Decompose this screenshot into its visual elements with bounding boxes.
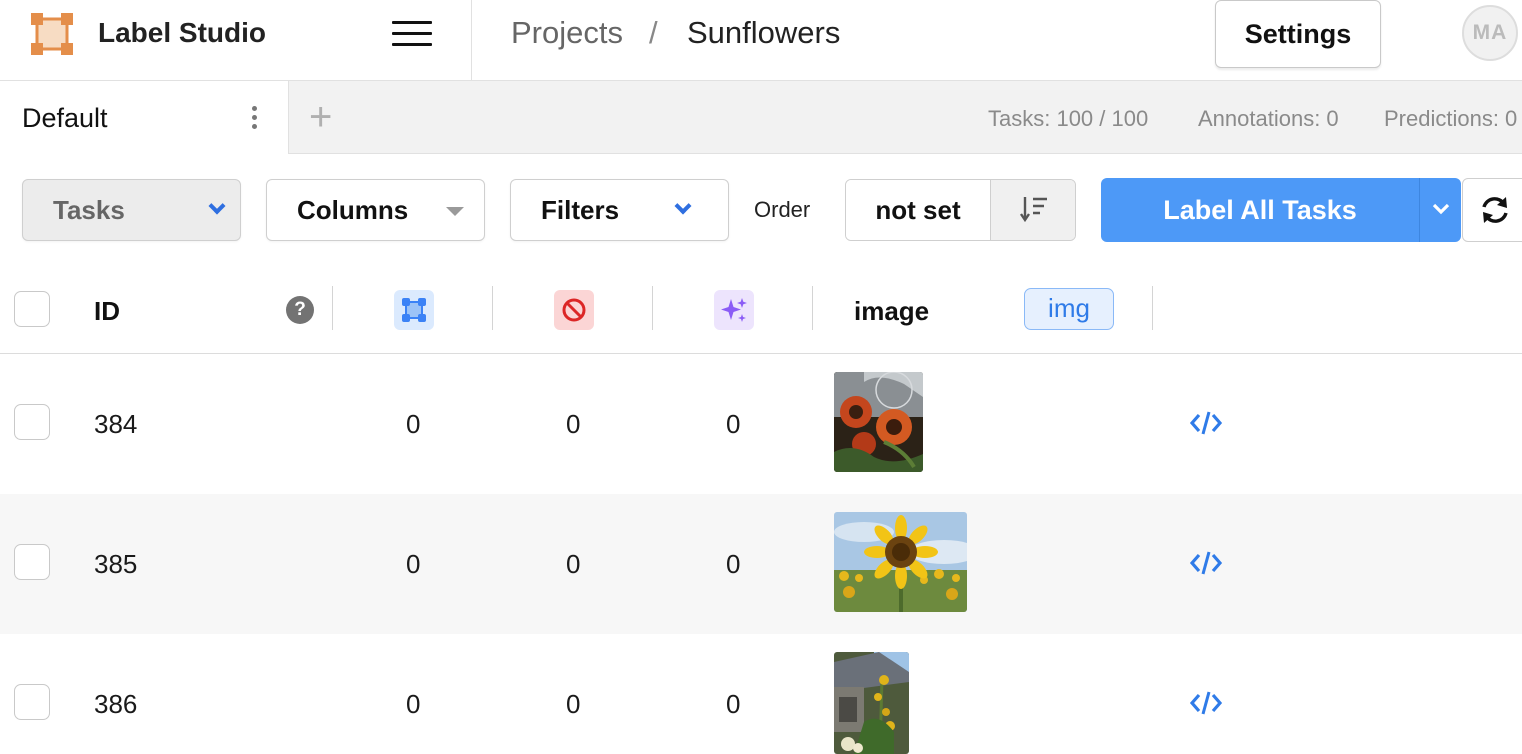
task-id: 385	[94, 549, 138, 579]
predictions-column-header[interactable]	[714, 290, 754, 330]
label-all-tasks-group: Label All Tasks	[1101, 178, 1461, 242]
sort-descending-icon	[1020, 196, 1047, 222]
cancelled-count-cell: 0	[566, 549, 581, 579]
code-view-icon[interactable]	[1190, 550, 1222, 576]
columns-dropdown-button[interactable]: Columns	[266, 179, 485, 241]
help-icon[interactable]: ?	[286, 296, 314, 324]
row-checkbox[interactable]	[14, 544, 50, 580]
table-row[interactable]: 384 0 0 0	[0, 354, 1522, 494]
columns-dropdown-label: Columns	[297, 194, 409, 225]
filters-dropdown-button[interactable]: Filters	[510, 179, 729, 241]
label-all-tasks-button[interactable]: Label All Tasks	[1101, 178, 1419, 242]
breadcrumb-separator: /	[649, 15, 658, 50]
top-header: Label Studio Projects / Sunflowers Setti…	[0, 0, 1522, 81]
annotations-count-cell: 0	[406, 409, 421, 439]
annotations-count: Annotations: 0	[1198, 106, 1339, 131]
tab-options-icon[interactable]	[250, 106, 258, 130]
column-divider[interactable]	[812, 286, 813, 330]
predictions-icon	[721, 298, 747, 322]
annotations-count-cell: 0	[406, 689, 421, 719]
select-all-checkbox[interactable]	[14, 291, 50, 327]
annotations-count-cell: 0	[406, 549, 421, 579]
predictions-count-cell: 0	[726, 689, 741, 719]
tasks-dropdown-label: Tasks	[53, 194, 125, 225]
sunflower-thumbnail-field[interactable]	[834, 512, 967, 612]
view-tabs-bar: Default + Tasks: 100 / 100 Annotations: …	[0, 81, 1522, 154]
sort-direction-button[interactable]	[990, 180, 1075, 240]
tab-default-label: Default	[22, 103, 108, 133]
column-divider[interactable]	[332, 286, 333, 330]
column-header-image[interactable]: image	[854, 296, 929, 327]
code-view-icon[interactable]	[1190, 690, 1222, 716]
table-row[interactable]: 386 0 0 0	[0, 634, 1522, 754]
add-tab-plus-icon[interactable]: +	[309, 97, 332, 137]
label-studio-logo-icon	[31, 13, 73, 55]
annotations-column-header[interactable]	[394, 290, 434, 330]
refresh-icon	[1482, 197, 1508, 223]
cancelled-column-header[interactable]	[554, 290, 594, 330]
row-checkbox[interactable]	[14, 684, 50, 720]
order-control: not set	[845, 179, 1076, 241]
refresh-button[interactable]	[1462, 178, 1522, 242]
cancelled-icon	[562, 298, 586, 322]
column-header-id[interactable]: ID	[94, 296, 120, 327]
tasks-dropdown-button[interactable]: Tasks	[22, 179, 241, 241]
code-view-icon[interactable]	[1190, 410, 1222, 436]
predictions-count-cell: 0	[726, 409, 741, 439]
settings-button[interactable]: Settings	[1215, 0, 1381, 68]
cancelled-count-cell: 0	[566, 409, 581, 439]
filters-dropdown-label: Filters	[541, 194, 620, 225]
image-type-badge: img	[1024, 288, 1114, 330]
cancelled-count-cell: 0	[566, 689, 581, 719]
column-divider[interactable]	[1152, 286, 1153, 330]
sunflower-thumbnail-red[interactable]	[834, 372, 923, 472]
chevron-down-icon	[1432, 203, 1449, 214]
hamburger-menu-icon[interactable]	[392, 21, 432, 49]
table-row[interactable]: 385 0 0 0	[0, 494, 1522, 634]
chevron-down-icon	[674, 197, 692, 215]
annotations-icon	[402, 298, 426, 322]
breadcrumb-current-project: Sunflowers	[687, 15, 841, 50]
predictions-count-cell: 0	[726, 549, 741, 579]
column-divider[interactable]	[652, 286, 653, 330]
label-all-tasks-dropdown[interactable]	[1419, 178, 1461, 242]
tab-default[interactable]: Default	[0, 81, 289, 154]
column-divider[interactable]	[492, 286, 493, 330]
header-divider	[471, 0, 472, 81]
task-id: 384	[94, 409, 138, 439]
row-checkbox[interactable]	[14, 404, 50, 440]
breadcrumb-projects-link[interactable]: Projects	[511, 15, 623, 51]
order-select[interactable]: not set	[846, 180, 990, 240]
table-header: ID ? image img	[0, 266, 1522, 354]
app-name: Label Studio	[98, 17, 266, 48]
tasks-count: Tasks: 100 / 100	[988, 106, 1149, 131]
task-id: 386	[94, 689, 138, 719]
chevron-down-icon	[208, 197, 226, 215]
sunflower-thumbnail-garden[interactable]	[834, 652, 909, 754]
user-avatar[interactable]: MA	[1462, 5, 1518, 61]
order-label: Order	[754, 197, 811, 222]
predictions-count: Predictions: 0	[1384, 106, 1518, 131]
caret-down-icon	[446, 207, 464, 216]
